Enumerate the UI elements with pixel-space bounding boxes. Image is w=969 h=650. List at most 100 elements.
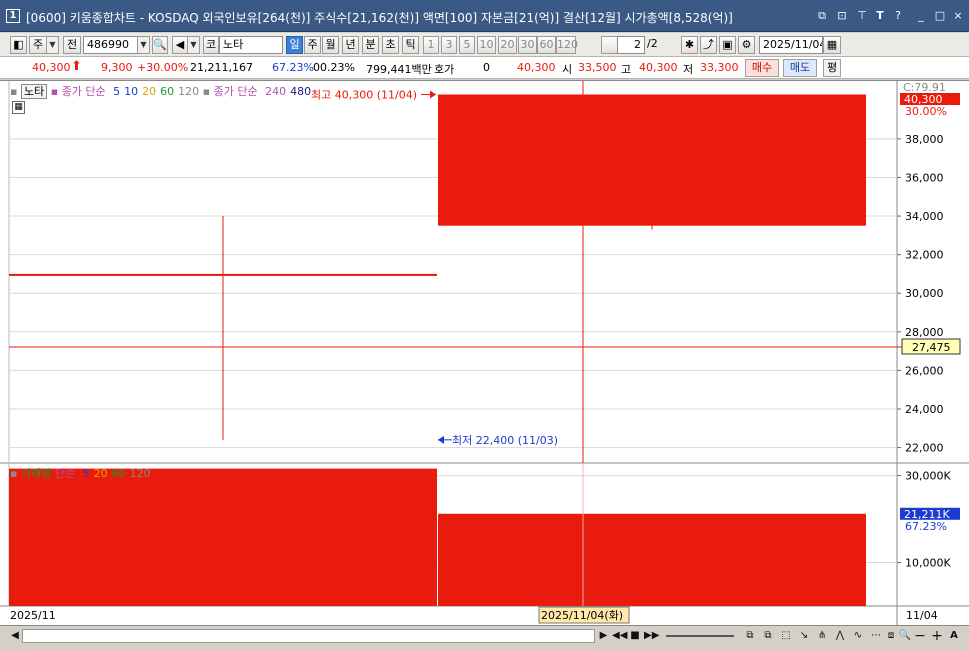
indicator-icon[interactable]: ✱	[681, 36, 698, 54]
duplicate-icon[interactable]: ⧉	[760, 628, 776, 644]
zoom-slider[interactable]	[666, 635, 734, 637]
interval-button[interactable]: 1	[423, 36, 439, 54]
interval-button[interactable]: 60	[537, 36, 556, 54]
page-input[interactable]: 2	[617, 36, 645, 54]
rewind-icon[interactable]: ◀◀	[612, 628, 627, 644]
trend-icon[interactable]: ⤴	[700, 36, 717, 54]
close-button[interactable]: ×	[951, 9, 965, 23]
low-price: 33,300	[700, 61, 739, 74]
maximize-button[interactable]: □	[933, 9, 947, 23]
market-prefix: 코	[203, 36, 219, 54]
chevron-down-icon[interactable]: ▼	[46, 36, 59, 54]
legend-ma-period[interactable]: 60	[160, 85, 174, 98]
zoom-in-icon[interactable]: +	[931, 628, 943, 644]
horizontal-scrollbar[interactable]	[22, 629, 595, 643]
legend-ma-period[interactable]: 10	[124, 85, 138, 98]
tools-icon[interactable]: ⧈	[884, 628, 898, 644]
speaker-dropdown-icon[interactable]: ▼	[187, 36, 200, 54]
gear-icon[interactable]: ⚙	[738, 36, 755, 54]
eval-button[interactable]: 평	[823, 59, 841, 77]
period-button[interactable]: 년	[342, 36, 359, 54]
lines-icon[interactable]: ⋯	[868, 628, 884, 644]
y-tick-label: 32,000	[905, 249, 944, 262]
y-tick-label: 24,000	[905, 403, 944, 416]
link-icon[interactable]: ⧉	[815, 9, 829, 23]
open-price: 33,500	[578, 61, 617, 74]
period-button[interactable]: 월	[322, 36, 339, 54]
pin-icon[interactable]: ⊤	[855, 9, 869, 23]
save-icon[interactable]: ▣	[719, 36, 736, 54]
legend-volume-label[interactable]: 거래량	[21, 467, 51, 480]
up-arrow-icon: ⬆	[71, 59, 82, 74]
sell-button[interactable]: 매도	[783, 59, 817, 77]
interval-button[interactable]: 5	[459, 36, 475, 54]
period-button[interactable]: 주	[304, 36, 321, 54]
title-bar: 1 [0600] 키움종합차트 - KOSDAQ 외국인보유[264(천)] 주…	[0, 0, 969, 32]
box-select-icon[interactable]: ⬚	[778, 628, 794, 644]
stock-code-input[interactable]: 486990	[83, 36, 138, 54]
buy-button[interactable]: 매수	[745, 59, 779, 77]
fast-forward-icon[interactable]: ▶▶	[644, 628, 659, 644]
help-icon[interactable]: ?	[891, 9, 905, 23]
date-input[interactable]: 2025/11/04	[759, 36, 823, 54]
low-annotation: 최저 22,400 (11/03)	[452, 434, 558, 447]
y-tick-label: 36,000	[905, 171, 944, 184]
legend-volume-ma-prefix[interactable]: 단순	[55, 467, 75, 480]
legend-ma-period[interactable]: 20	[142, 85, 156, 98]
calendar-icon[interactable]: ▦	[823, 36, 841, 54]
price-volume-chart[interactable]: 22,000 24,000 26,000 28,000 30,000 32,000 34,0…	[0, 81, 969, 626]
legend-ma-prefix[interactable]: 종가 단순	[62, 85, 106, 98]
font-icon[interactable]: T	[873, 9, 887, 23]
copy-window-icon[interactable]: ⊡	[835, 9, 849, 23]
search-icon[interactable]: 🔍	[152, 36, 168, 54]
wave-icon[interactable]: ∿	[850, 628, 866, 644]
y-tick-label: 30,000	[905, 287, 944, 300]
legend-stock-name[interactable]: 노타	[20, 84, 48, 99]
grid-toggle-icon[interactable]: ▦	[12, 101, 25, 114]
legend-ma-period[interactable]: 5	[83, 467, 90, 480]
interval-button[interactable]: 30	[518, 36, 537, 54]
price-change-pct: +30.00%	[137, 61, 189, 74]
open-label: 시	[562, 63, 573, 76]
stop-icon[interactable]: ■	[629, 628, 641, 644]
period-button[interactable]: 틱	[402, 36, 419, 54]
scroll-left-icon[interactable]: ◀	[10, 628, 20, 644]
stock-code-dropdown-icon[interactable]: ▼	[137, 36, 150, 54]
trend-line-icon[interactable]: ↘	[796, 628, 812, 644]
legend-ma-period[interactable]: 480	[290, 85, 311, 98]
period-button[interactable]: 분	[362, 36, 379, 54]
interval-button[interactable]: 120	[556, 36, 578, 54]
zoom-icon[interactable]: 🔍	[898, 628, 912, 644]
interval-button[interactable]: 3	[441, 36, 457, 54]
legend-ma2-prefix[interactable]: 종가 단순	[214, 85, 258, 98]
period-button[interactable]: 초	[382, 36, 399, 54]
interval-button[interactable]: 20	[498, 36, 517, 54]
layout-icon[interactable]: ◧	[10, 36, 27, 54]
zoom-out-icon[interactable]: −	[914, 628, 926, 644]
legend-ma2-periods: 240 480	[261, 85, 311, 98]
volume-bar	[438, 513, 866, 606]
candle-body	[9, 273, 437, 276]
scroll-right-icon[interactable]: ▶	[598, 628, 609, 644]
last-pct-tag: 30.00%	[905, 105, 947, 118]
period-button[interactable]: 일	[286, 36, 303, 54]
speaker-icon[interactable]: ◀	[172, 36, 188, 54]
auto-scale-icon[interactable]: A	[948, 628, 960, 644]
minimize-button[interactable]: _	[914, 9, 928, 23]
prev-button[interactable]: 전	[63, 36, 81, 54]
legend-ma-period[interactable]: 120	[130, 467, 151, 480]
pitchfork-icon[interactable]: ⋔	[814, 628, 830, 644]
interval-button[interactable]: 10	[477, 36, 496, 54]
volume: 21,211,167	[190, 61, 253, 74]
legend-ma-period[interactable]: 240	[265, 85, 286, 98]
legend-ma-period[interactable]: 60	[112, 467, 126, 480]
legend-ma-period[interactable]: 120	[178, 85, 199, 98]
legend-ma-period[interactable]: 5	[113, 85, 120, 98]
market-type-select[interactable]: 주	[29, 36, 47, 54]
zigzag-icon[interactable]: ⋀	[832, 628, 848, 644]
last-price: 40,300	[517, 61, 556, 74]
chart-area[interactable]: 22,000 24,000 26,000 28,000 30,000 32,000 34,0…	[0, 80, 969, 626]
window-icon[interactable]: ⧉	[742, 628, 758, 644]
stock-name-field[interactable]: 노타	[219, 36, 283, 54]
legend-ma-period[interactable]: 20	[94, 467, 108, 480]
